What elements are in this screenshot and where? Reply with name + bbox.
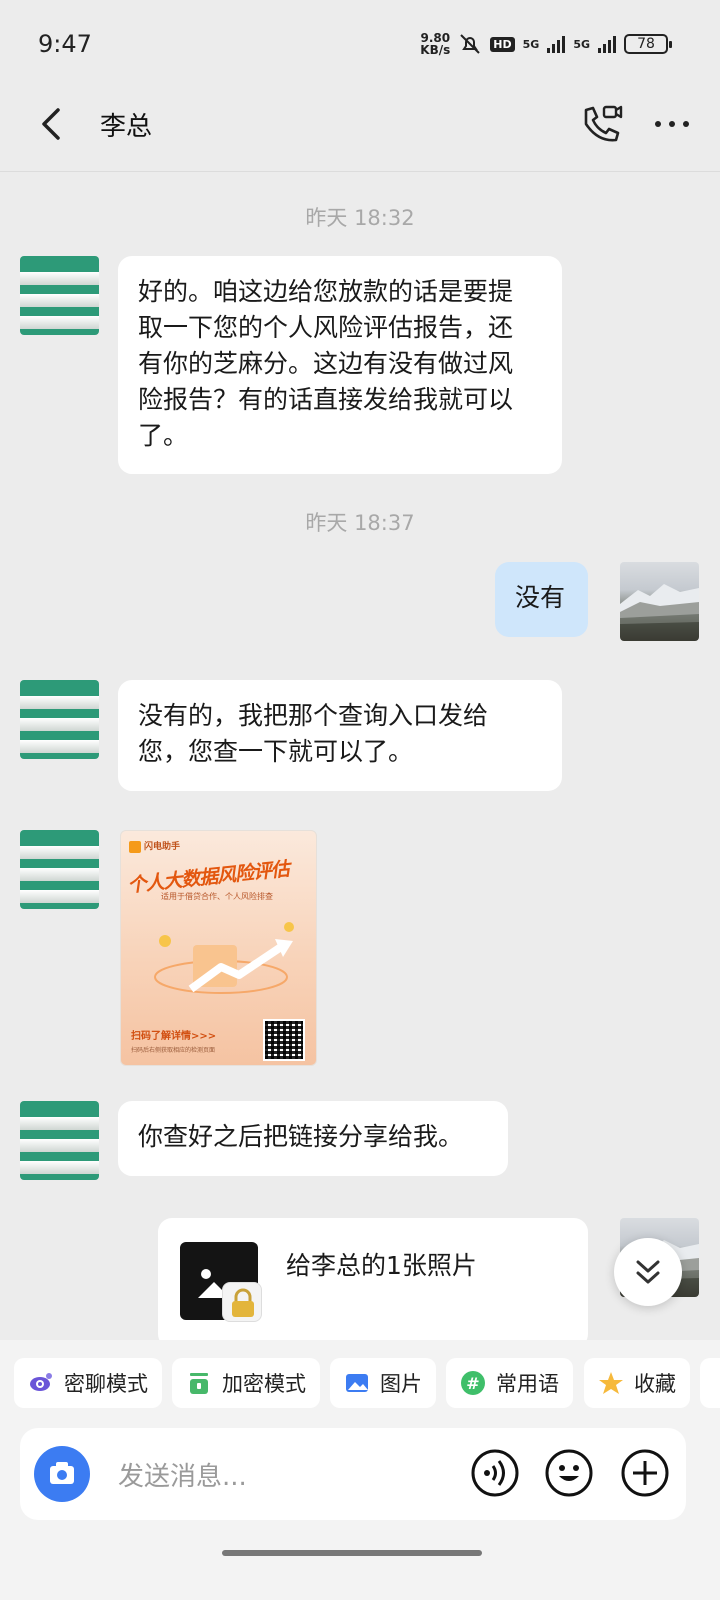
growth-arrow-icon xyxy=(154,922,294,994)
timestamp-separator: 昨天 18:37 xyxy=(305,511,415,535)
status-bar: 9:47 9.80 KB/s HD 5G 5G 78 xyxy=(0,0,720,80)
lightning-icon xyxy=(129,840,141,853)
camera-button[interactable] xyxy=(34,1446,90,1502)
contact-avatar[interactable] xyxy=(20,1101,99,1180)
chip-common-phrases[interactable]: # 常用语 xyxy=(446,1358,573,1408)
chip-more[interactable] xyxy=(700,1358,720,1408)
input-bar: 发送消息... xyxy=(0,1428,720,1600)
lock-icon xyxy=(190,1373,208,1394)
photo-card-message[interactable]: 给李总的1张照片 xyxy=(158,1218,588,1348)
star-icon xyxy=(599,1372,623,1394)
image-message[interactable]: 闪电助手 个人大数据风险评估 适用于借贷合作、个人风险排查 扫码了解详情>>> … xyxy=(120,830,317,1066)
chip-favorites[interactable]: 收藏 xyxy=(584,1358,690,1408)
qr-code xyxy=(263,1019,305,1061)
chevron-left-icon[interactable] xyxy=(30,102,74,146)
status-time: 9:47 xyxy=(38,30,92,58)
image-icon xyxy=(346,1374,368,1392)
signal2-label: 5G xyxy=(573,37,590,51)
mute-bell-icon xyxy=(460,34,480,54)
message-input-container: 发送消息... xyxy=(20,1428,686,1520)
contact-name: 李总 xyxy=(100,112,153,142)
eye-lock-icon xyxy=(30,1373,52,1391)
svg-text:#: # xyxy=(466,1374,479,1393)
message-bubble-mine[interactable]: 没有 xyxy=(495,562,588,637)
signal1-label: 5G xyxy=(522,37,540,51)
chat-header: 李总 xyxy=(0,80,720,172)
message-input[interactable]: 发送消息... xyxy=(118,1456,247,1493)
message-bubble[interactable]: 你查好之后把链接分享给我。 xyxy=(118,1101,508,1176)
quick-action-bar[interactable]: 密聊模式 加密模式 图片 # 常用语 收藏 xyxy=(0,1340,720,1428)
poster-brand: 闪电助手 xyxy=(129,839,180,853)
battery-icon: 78 xyxy=(624,34,672,54)
message-bubble[interactable]: 没有的，我把那个查询入口发给 您，您查一下就可以了。 xyxy=(118,680,562,791)
poster-subtitle: 适用于借贷合作、个人风险排查 xyxy=(161,892,273,901)
net-speed: 9.80 KB/s xyxy=(420,31,451,57)
voice-icon[interactable] xyxy=(470,1448,520,1498)
hash-icon: # xyxy=(461,1371,485,1395)
home-indicator[interactable] xyxy=(222,1550,482,1556)
chip-image[interactable]: 图片 xyxy=(330,1358,436,1408)
my-avatar[interactable] xyxy=(620,562,699,641)
poster-cta-small: 扫码后右侧获取相应的检测页面 xyxy=(131,1047,216,1054)
contact-avatar[interactable] xyxy=(20,680,99,759)
scroll-to-bottom-button[interactable] xyxy=(614,1238,682,1306)
signal2-icon xyxy=(598,35,616,53)
contact-avatar[interactable] xyxy=(20,830,99,909)
photo-card-text: 给李总的1张照片 xyxy=(286,1251,477,1280)
message-list[interactable]: 昨天 18:32 好的。咱这边给您放款的话是要提 取一下您的个人风险评估报告，还… xyxy=(0,172,720,1367)
message-bubble[interactable]: 好的。咱这边给您放款的话是要提 取一下您的个人风险评估报告，还 有你的芝麻分。这… xyxy=(118,256,562,474)
double-chevron-down-icon xyxy=(636,1260,660,1284)
contact-avatar[interactable] xyxy=(20,256,99,335)
lock-icon xyxy=(222,1282,262,1322)
plus-icon[interactable] xyxy=(620,1448,670,1498)
phone-video-icon[interactable] xyxy=(578,102,624,148)
camera-icon xyxy=(50,1462,74,1484)
signal1-icon xyxy=(547,35,566,53)
emoji-icon[interactable] xyxy=(544,1448,594,1498)
more-dots-icon[interactable] xyxy=(652,104,692,144)
hd-badge: HD xyxy=(490,36,515,52)
timestamp-separator: 昨天 18:32 xyxy=(305,206,415,230)
status-indicators: 9.80 KB/s HD 5G 5G 78 xyxy=(420,31,672,57)
poster-cta: 扫码了解详情>>> xyxy=(131,1031,217,1042)
chip-secret-chat[interactable]: 密聊模式 xyxy=(14,1358,162,1408)
chip-encrypt-mode[interactable]: 加密模式 xyxy=(172,1358,320,1408)
